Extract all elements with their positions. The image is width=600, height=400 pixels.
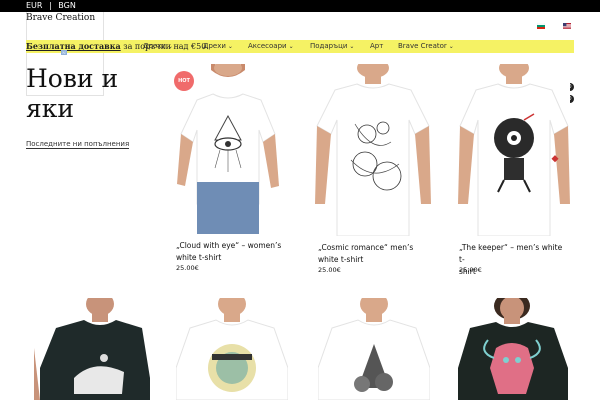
product-image[interactable] (458, 298, 570, 400)
product-price: 25.00€ (459, 266, 482, 274)
product-title-line: white t-shirt (318, 255, 364, 264)
nav-item-brave-creator[interactable]: Brave Creator ⌄ (398, 42, 454, 50)
latest-additions-link[interactable]: Последните ни попълнения (26, 140, 130, 149)
product-image[interactable] (175, 64, 281, 234)
nav-label: Дрехи (203, 42, 226, 50)
product-price: 25.00€ (318, 266, 341, 274)
chevron-down-icon: ⌄ (167, 43, 173, 50)
site-logo[interactable]: Brave Creation (26, 13, 95, 23)
free-shipping-promo: Безплатна доставка за поръчки над €50. (26, 41, 209, 52)
nav-label: Подаръци (310, 42, 348, 50)
product-title-line: „Cloud with eye“ – women’s (176, 241, 282, 250)
nav-label: Арт (370, 42, 384, 50)
nav-item-gifts[interactable]: Подаръци ⌄ (310, 42, 354, 50)
new-badge-icon: N (61, 50, 67, 55)
product-image[interactable] (458, 64, 570, 236)
currency-bar: EUR | BGN (0, 0, 600, 12)
english-flag-icon[interactable] (563, 23, 571, 29)
promo-highlight[interactable]: Безплатна доставка (26, 41, 121, 51)
product-image[interactable] (34, 298, 150, 400)
currency-separator: | (49, 1, 52, 10)
product-title-line: white t-shirt (176, 253, 222, 262)
product-image[interactable] (315, 64, 431, 236)
nav-label: Brave Creator (398, 42, 447, 50)
chevron-down-icon: ⌄ (448, 43, 454, 50)
chevron-down-icon: ⌄ (227, 43, 233, 50)
product-image[interactable] (318, 298, 430, 400)
nav-clothes-ghost[interactable]: Дрехи ⌄ (143, 42, 173, 50)
product-title-line: „The keeper“ – men’s white t- (459, 243, 563, 264)
hot-badge: HOT (174, 71, 194, 91)
nav-item-clothes[interactable]: Дрехи ⌄ (203, 42, 233, 50)
nav-label: Дрехи (143, 42, 166, 50)
product-title-line: „Cosmic romance“ men’s (318, 243, 414, 252)
nav-item-accessories[interactable]: Аксесоари ⌄ (248, 42, 294, 50)
product-image[interactable] (176, 298, 288, 400)
product-title[interactable]: „Cosmic romance“ men’s white t-shirt (318, 242, 436, 266)
product-price: 25.00€ (176, 264, 199, 272)
nav-label: Аксесоари (248, 42, 287, 50)
chevron-down-icon: ⌄ (288, 43, 294, 50)
chevron-down-icon: ⌄ (349, 43, 355, 50)
bulgarian-flag-icon[interactable] (537, 23, 545, 29)
page-title: Нови и яки (26, 64, 119, 123)
nav-item-art[interactable]: Арт (370, 42, 383, 50)
product-title[interactable]: „Cloud with eye“ – women’s white t-shirt (176, 240, 286, 264)
currency-eur[interactable]: EUR (26, 1, 42, 10)
currency-bgn[interactable]: BGN (58, 1, 76, 10)
